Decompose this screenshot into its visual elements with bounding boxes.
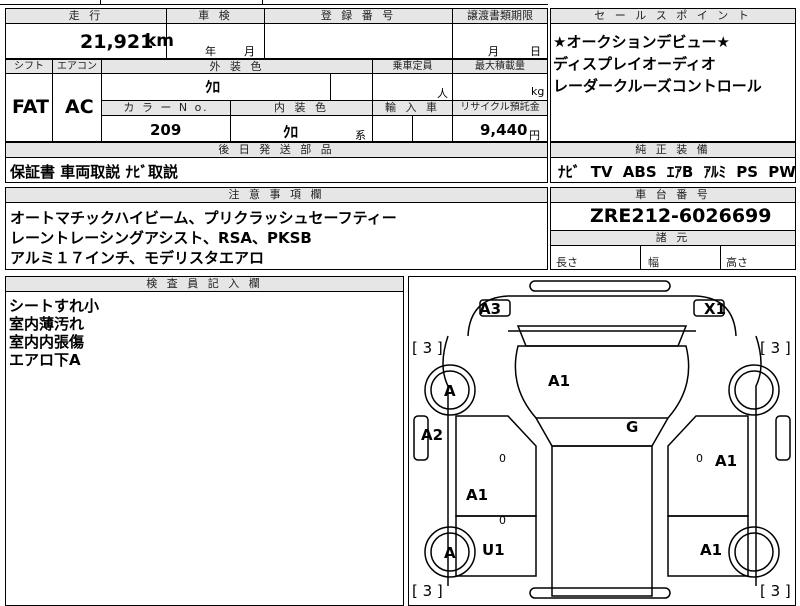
mileage-value: 21,921 — [80, 31, 154, 53]
load-unit: kg — [531, 85, 545, 98]
interior-color-suffix: 系 — [355, 129, 366, 142]
import-header: 輸 入 車 — [372, 100, 453, 116]
sales-point-1: ★オークションデビュー★ — [553, 33, 730, 51]
sales-points-header: セ ー ル ス ポ イ ン ト — [550, 8, 796, 24]
inspection-month-label: 月 — [244, 45, 255, 58]
sales-point-2: ディスプレイオーディオ — [553, 55, 716, 73]
tire-mark-front-left: [ 3 ] — [412, 339, 443, 357]
roof-grade: G — [626, 418, 639, 436]
transfer-deadline-header: 譲渡書類期限 — [452, 8, 548, 24]
tire-mark-rear-right: [ 3 ] — [760, 582, 791, 600]
tire-mark-front-right: [ 3 ] — [760, 339, 791, 357]
notes-line-2: レーントレーシングアシスト、RSA、PKSB — [10, 229, 312, 247]
capacity-unit: 人 — [437, 87, 448, 100]
hood-outline — [514, 345, 690, 419]
dims-header: 諸 元 — [550, 230, 796, 246]
width-label: 幅 — [648, 256, 659, 269]
left-rear-door-grade: A1 — [466, 486, 489, 504]
ac-header: エアコン — [52, 59, 102, 74]
height-label: 高さ — [726, 256, 748, 269]
recycle-unit: 円 — [529, 129, 540, 142]
chassis-number: ZRE212-6026699 — [590, 205, 772, 227]
notes-line-3: アルミ１７インチ、モデリスタエアロ — [10, 249, 264, 267]
zero-mark-1: 0 — [499, 452, 506, 465]
after-parts-value: 保証書 車両取説 ﾅﾋﾞ取説 — [10, 163, 178, 181]
front-right-wheel-inner — [734, 370, 774, 410]
front-bumper-strip — [529, 280, 671, 292]
transfer-day-label: 日 — [530, 45, 541, 58]
color-no-header: カ ラ ー N o. — [101, 100, 231, 116]
recycle-value: 9,440 — [480, 121, 528, 139]
max-load-header: 最大積載量 — [452, 59, 548, 74]
registration-header: 登 録 番 号 — [264, 8, 453, 24]
front-right-panel-grade: X1 — [704, 300, 727, 318]
inspection-header: 車 検 — [166, 8, 265, 24]
length-label: 長さ — [556, 256, 578, 269]
interior-color-value: ｸﾛ — [283, 123, 299, 141]
windshield-outline — [535, 417, 669, 447]
inspector-header: 検 査 員 記 入 欄 — [5, 276, 404, 292]
chassis-header: 車 台 番 号 — [550, 187, 796, 203]
transfer-month-label: 月 — [488, 45, 499, 58]
mileage-header: 走 行 — [5, 8, 167, 24]
inspector-line-4: エアロ下A — [9, 351, 81, 369]
genuine-equipment-header: 純 正 装 備 — [550, 142, 796, 158]
shift-header: シフト — [5, 59, 53, 74]
front-left-wheel-grade: A — [444, 382, 456, 400]
inspection-year-label: 年 — [205, 45, 216, 58]
front-grille — [516, 325, 688, 347]
left-rear-fender-grade: U1 — [482, 541, 505, 559]
left-front-door-grade: A2 — [421, 426, 444, 444]
exterior-color-header: 外 装 色 — [101, 59, 373, 74]
front-left-panel-grade: A3 — [479, 300, 502, 318]
roof-outline — [551, 445, 653, 597]
capacity-header: 乗車定員 — [372, 59, 453, 74]
top-clipped-strip — [0, 0, 548, 5]
recycle-header: リサイクル預託金 — [452, 100, 548, 116]
color-no-value: 209 — [150, 121, 182, 139]
zero-mark-3: 0 — [499, 514, 506, 527]
right-mirror — [775, 415, 791, 461]
car-diagram — [413, 280, 791, 599]
hood-grade: A1 — [548, 372, 571, 390]
interior-color-header: 内 装 色 — [230, 100, 373, 116]
notes-header: 注 意 事 項 欄 — [5, 187, 548, 203]
right-front-door-grade: A1 — [715, 452, 738, 470]
mileage-unit: km — [145, 31, 175, 51]
front-right-wheel-outer — [728, 364, 780, 416]
after-parts-header: 後 日 発 送 部 品 — [5, 142, 548, 158]
shift-value: FAT — [12, 96, 49, 118]
right-side-outline — [755, 335, 762, 586]
tire-mark-rear-left: [ 3 ] — [412, 582, 443, 600]
sales-point-3: レーダークルーズコントロール — [553, 77, 762, 95]
exterior-color-value: ｸﾛ — [205, 78, 221, 96]
genuine-equipment-value: ﾅﾋﾞ TV ABS ｴｱB ｱﾙﾐ PS PW — [558, 163, 796, 181]
rear-right-wheel-outer — [728, 526, 780, 578]
rear-left-wheel-grade: A — [444, 544, 456, 562]
zero-mark-2: 0 — [696, 452, 703, 465]
rear-right-wheel-inner — [734, 532, 774, 572]
right-rear-fender-grade: A1 — [700, 541, 723, 559]
ac-value: AC — [65, 96, 94, 118]
notes-line-1: オートマチックハイビーム、プリクラッシュセーフティー — [10, 209, 397, 227]
